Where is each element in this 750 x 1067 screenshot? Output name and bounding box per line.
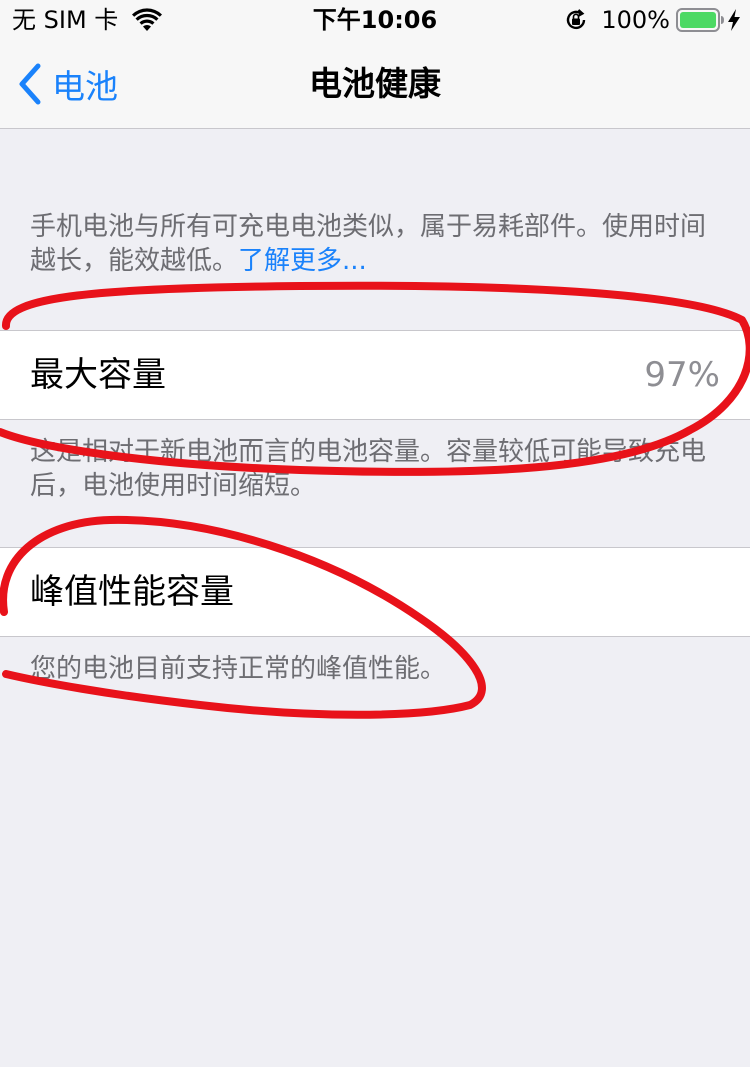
peak-performance-row: 峰值性能容量 [0,547,750,637]
max-capacity-value: 97% [644,355,720,395]
learn-more-link[interactable]: 了解更多... [238,246,367,276]
max-capacity-label: 最大容量 [30,355,166,395]
status-bar: 无 SIM 卡 下午10:06 100% [0,0,750,40]
max-capacity-row: 最大容量 97% [0,330,750,420]
red-annotation-circles [0,281,750,719]
intro-description: 手机电池与所有可充电电池类似，属于易耗部件。使用时间越长，能效越低。 [30,212,707,276]
charging-bolt-icon [728,9,740,31]
navigation-bar: 电池 电池健康 [0,40,750,129]
peak-performance-footnote: 您的电池目前支持正常的峰值性能。 [30,654,447,684]
battery-percent: 100% [601,6,670,34]
battery-icon [676,8,724,32]
status-right-group: 100% [563,6,740,34]
rotation-lock-icon [563,7,589,33]
page-title: 电池健康 [309,64,441,103]
max-capacity-footnote: 这是相对于新电池而言的电池容量。容量较低可能导致充电后，电池使用时间缩短。 [30,437,707,501]
battery-intro-text: 手机电池与所有可充电电池类似，属于易耗部件。使用时间越长，能效越低。了解更多..… [30,210,730,278]
peak-performance-label: 峰值性能容量 [30,572,234,612]
